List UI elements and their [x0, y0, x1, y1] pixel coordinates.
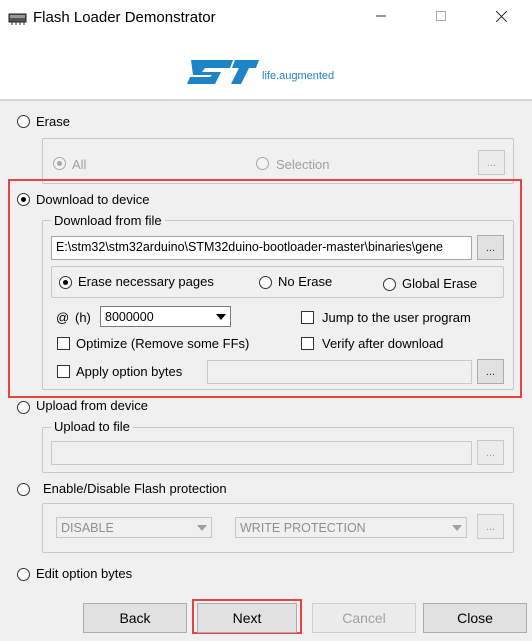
close-icon	[495, 10, 507, 22]
protection-browse-button[interactable]: ...	[477, 514, 504, 539]
logo-tagline: life.augmented	[262, 70, 335, 82]
upload-group-title: Upload to file	[51, 419, 133, 434]
apply-option-bytes-checkbox[interactable]	[57, 365, 70, 378]
option-bytes-file-input[interactable]	[207, 360, 472, 384]
protection-radio[interactable]	[17, 483, 30, 496]
address-unit: (h)	[75, 310, 91, 325]
minimize-button[interactable]	[358, 0, 404, 32]
optimize-checkbox[interactable]	[57, 337, 70, 350]
address-value: 8000000	[105, 310, 154, 324]
jump-user-program-checkbox[interactable]	[301, 311, 314, 324]
protection-state-value: DISABLE	[61, 521, 114, 535]
cancel-button[interactable]: Cancel	[312, 603, 416, 633]
download-radio[interactable]	[17, 193, 30, 206]
maximize-button[interactable]	[418, 0, 464, 32]
chevron-down-icon[interactable]	[211, 307, 230, 326]
erase-all-radio[interactable]	[53, 157, 66, 170]
erase-selection-label: Selection	[276, 157, 330, 172]
chip-icon	[7, 10, 29, 26]
edit-option-bytes-label: Edit option bytes	[36, 566, 133, 581]
address-combobox[interactable]: 8000000	[100, 306, 231, 327]
download-group-title: Download from file	[51, 213, 165, 228]
erase-selection-radio[interactable]	[256, 157, 269, 170]
protection-state-combobox[interactable]: DISABLE	[56, 517, 212, 538]
upload-radio[interactable]	[17, 401, 30, 414]
erase-necessary-label: Erase necessary pages	[78, 274, 214, 289]
verify-checkbox[interactable]	[301, 337, 314, 350]
download-label: Download to device	[36, 192, 150, 207]
chevron-down-icon[interactable]	[447, 518, 466, 537]
close-window-button[interactable]	[478, 0, 524, 32]
global-erase-radio[interactable]	[383, 278, 396, 291]
global-erase-label: Global Erase	[402, 276, 478, 291]
no-erase-radio[interactable]	[259, 276, 272, 289]
address-prefix: @	[56, 310, 70, 325]
window-title: Flash Loader Demonstrator	[33, 9, 216, 26]
close-button[interactable]: Close	[423, 603, 527, 633]
verify-label: Verify after download	[322, 336, 444, 351]
next-button[interactable]: Next	[197, 603, 297, 633]
erase-necessary-radio[interactable]	[59, 276, 72, 289]
protection-label: Enable/Disable Flash protection	[43, 481, 227, 496]
back-button[interactable]: Back	[83, 603, 187, 633]
maximize-icon	[436, 11, 446, 21]
chevron-down-icon[interactable]	[192, 518, 211, 537]
no-erase-label: No Erase	[278, 274, 333, 289]
jump-user-program-label: Jump to the user program	[322, 310, 471, 325]
upload-browse-button[interactable]: ...	[477, 440, 504, 465]
erase-label: Erase	[36, 114, 70, 129]
title-bar[interactable]: Flash Loader Demonstrator	[0, 0, 532, 36]
protection-type-combobox[interactable]: WRITE PROTECTION	[235, 517, 467, 538]
erase-browse-button[interactable]: ...	[478, 150, 505, 175]
logo-banner	[0, 36, 532, 100]
st-logo	[185, 50, 261, 88]
minimize-icon	[376, 15, 386, 17]
edit-option-bytes-radio[interactable]	[17, 568, 30, 581]
erase-radio[interactable]	[17, 115, 30, 128]
option-bytes-browse-button[interactable]: ...	[477, 359, 504, 384]
upload-label: Upload from device	[36, 398, 148, 413]
protection-type-value: WRITE PROTECTION	[240, 521, 366, 535]
erase-all-label: All	[72, 157, 87, 172]
upload-file-path-input[interactable]	[51, 441, 472, 465]
optimize-label: Optimize (Remove some FFs)	[76, 336, 250, 351]
download-file-path-input[interactable]: E:\stm32\stm32arduino\STM32duino-bootloa…	[51, 236, 472, 260]
download-browse-button[interactable]: ...	[477, 235, 504, 260]
apply-option-bytes-label: Apply option bytes	[76, 364, 183, 379]
